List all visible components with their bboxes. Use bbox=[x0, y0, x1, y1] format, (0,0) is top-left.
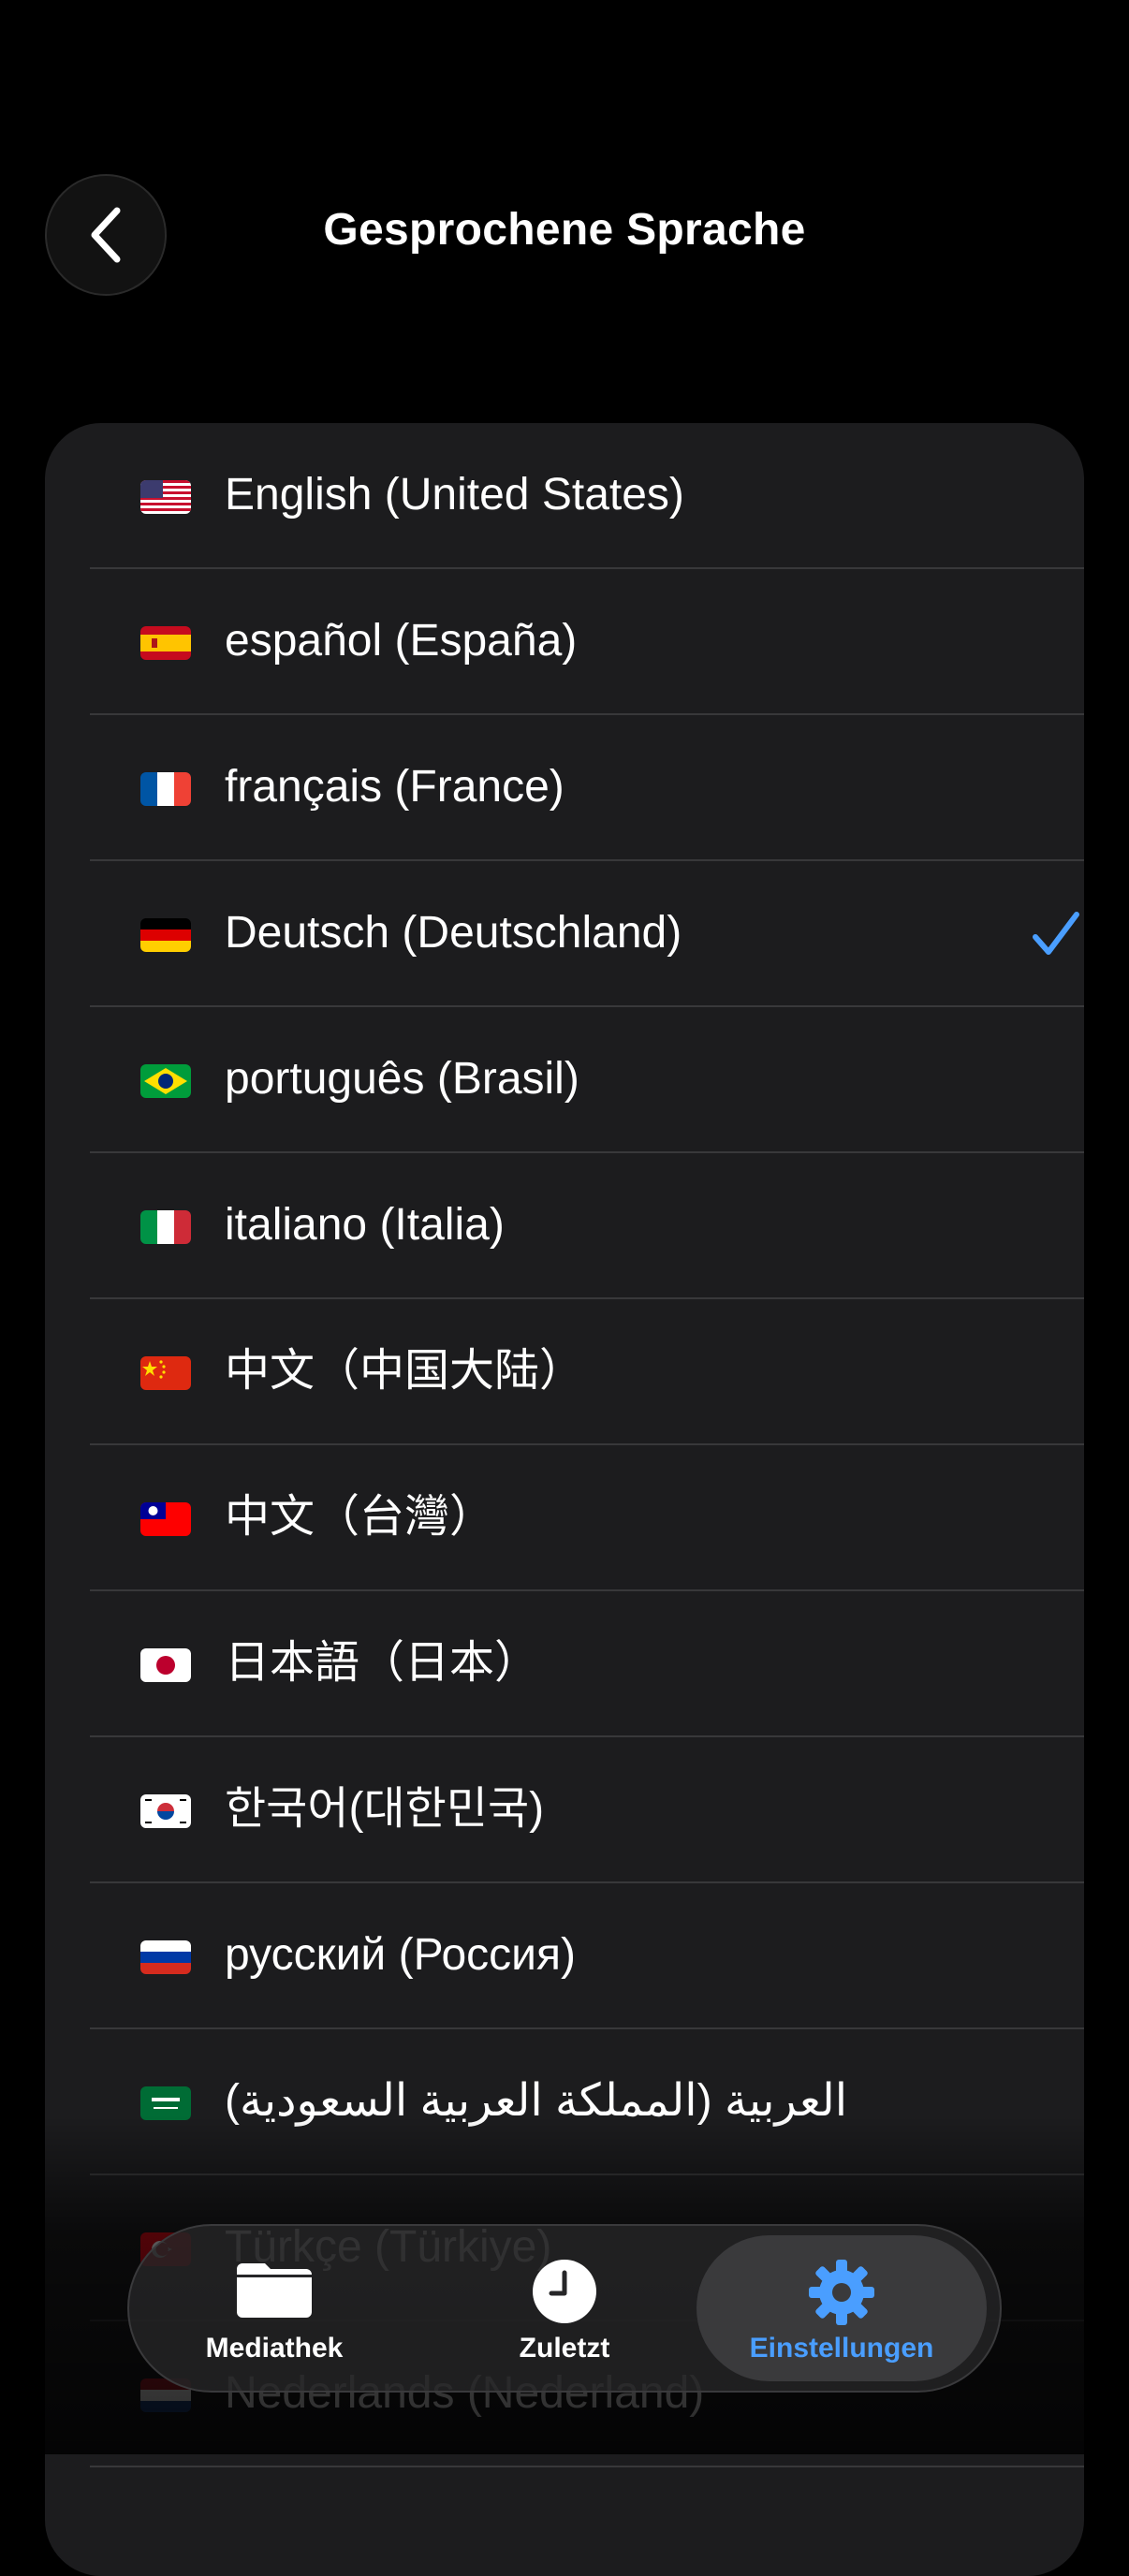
es-flag-icon bbox=[140, 626, 191, 660]
language-row[interactable]: italiano (Italia) bbox=[90, 1153, 1084, 1299]
kr-flag-icon bbox=[140, 1794, 191, 1828]
sa-flag-icon bbox=[140, 2086, 191, 2120]
us-flag-icon bbox=[140, 480, 191, 514]
br-flag-icon bbox=[140, 1064, 191, 1098]
language-row[interactable]: español (España) bbox=[90, 569, 1084, 715]
language-label: Deutsch (Deutschland) bbox=[225, 908, 682, 958]
clock-icon bbox=[533, 2260, 596, 2323]
language-label: 中文（中国大陆） bbox=[225, 1346, 585, 1396]
language-label: 日本語（日本） bbox=[225, 1638, 540, 1688]
page-title: Gesprochene Sprache bbox=[323, 205, 806, 255]
language-row[interactable]: 中文（台灣） bbox=[90, 1445, 1084, 1591]
tab-zuletzt[interactable]: Zuletzt bbox=[419, 2235, 710, 2381]
language-label: 中文（台灣） bbox=[225, 1492, 495, 1542]
language-row[interactable]: العربية (المملكة العربية السعودية) bbox=[90, 2029, 1084, 2175]
language-row[interactable]: 日本語（日本） bbox=[90, 1591, 1084, 1737]
language-label: italiano (Italia) bbox=[225, 1200, 505, 1250]
tab-bar: Mediathek Zuletzt Einstellungen bbox=[127, 2224, 1002, 2393]
language-label: العربية (المملكة العربية السعودية) bbox=[225, 2076, 848, 2126]
language-label: português (Brasil) bbox=[225, 1054, 579, 1104]
language-row[interactable]: English (United States) bbox=[90, 423, 1084, 569]
folder-icon bbox=[237, 2263, 312, 2318]
fr-flag-icon bbox=[140, 772, 191, 806]
tab-label: Mediathek bbox=[205, 2333, 344, 2364]
tab-einstellungen[interactable]: Einstellungen bbox=[696, 2235, 987, 2381]
tab-mediathek[interactable]: Mediathek bbox=[129, 2235, 419, 2381]
language-row[interactable]: português (Brasil) bbox=[90, 1007, 1084, 1153]
language-label: 한국어(대한민국) bbox=[225, 1784, 545, 1834]
language-row[interactable]: 中文（中国大陆） bbox=[90, 1299, 1084, 1445]
tw-flag-icon bbox=[140, 1502, 191, 1536]
language-label: English (United States) bbox=[225, 470, 684, 520]
checkmark-icon bbox=[1033, 912, 1079, 955]
language-label: русский (Россия) bbox=[225, 1930, 576, 1980]
gear-icon bbox=[809, 2260, 874, 2325]
language-label: español (España) bbox=[225, 616, 578, 666]
language-label: français (France) bbox=[225, 762, 564, 812]
cn-flag-icon bbox=[140, 1356, 191, 1390]
language-row[interactable]: русский (Россия) bbox=[90, 1883, 1084, 2029]
tab-label: Einstellungen bbox=[749, 2333, 934, 2364]
language-row[interactable]: 한국어(대한민국) bbox=[90, 1737, 1084, 1883]
tab-label: Zuletzt bbox=[519, 2333, 610, 2364]
language-row[interactable]: français (France) bbox=[90, 715, 1084, 861]
de-flag-icon bbox=[140, 918, 191, 952]
jp-flag-icon bbox=[140, 1648, 191, 1682]
ru-flag-icon bbox=[140, 1940, 191, 1974]
it-flag-icon bbox=[140, 1210, 191, 1244]
language-row-selected[interactable]: Deutsch (Deutschland) bbox=[90, 861, 1084, 1007]
